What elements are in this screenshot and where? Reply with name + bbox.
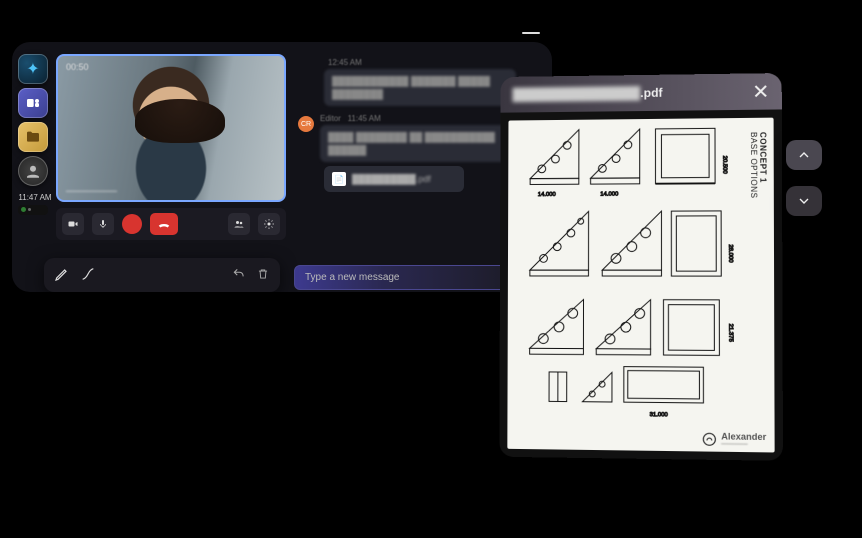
message-time: 12:45 AM bbox=[328, 58, 516, 67]
app-icon-files[interactable] bbox=[18, 122, 48, 152]
svg-text:28.000: 28.000 bbox=[727, 244, 733, 262]
file-icon: 📄 bbox=[332, 172, 346, 186]
message-body: ████ ████████ ██ ███████████ ██████ bbox=[320, 125, 516, 162]
status-dot bbox=[28, 208, 31, 211]
file-name: ██████████.pdf bbox=[352, 174, 431, 184]
compose-input[interactable]: Type a new message bbox=[294, 265, 520, 290]
mic-button[interactable] bbox=[92, 213, 114, 235]
svg-text:20.500: 20.500 bbox=[721, 156, 727, 174]
chat-message: 12:45 AM ████████████ ███████ █████ ████… bbox=[298, 58, 516, 106]
file-attachment[interactable]: 📄 ██████████.pdf bbox=[324, 166, 464, 192]
phone-icon[interactable] bbox=[21, 207, 26, 212]
brand-logo-icon bbox=[703, 432, 717, 447]
pdf-title-ext: .pdf bbox=[640, 86, 662, 100]
pen-tool-icon[interactable] bbox=[54, 266, 70, 285]
annotation-toolbar bbox=[44, 258, 280, 292]
chat-message: CR Editor 11:45 AM ████ ████████ ██ ████… bbox=[298, 114, 516, 192]
pdf-body: CONCEPT 1 BASE OPTIONS bbox=[499, 109, 783, 460]
pdf-title: ███████████████.pdf bbox=[512, 86, 662, 102]
message-author: Editor bbox=[320, 114, 341, 123]
sidebar-clock: 11:47 AM bbox=[18, 194, 52, 215]
message-meta: Editor 11:45 AM bbox=[320, 114, 516, 123]
page-down-button[interactable] bbox=[786, 186, 822, 216]
svg-text:31.000: 31.000 bbox=[650, 412, 668, 418]
eraser-tool-icon[interactable] bbox=[80, 266, 96, 285]
pdf-footer: Alexander ────── bbox=[515, 429, 766, 449]
svg-text:21.375: 21.375 bbox=[727, 324, 733, 342]
svg-text:14.000: 14.000 bbox=[538, 192, 556, 198]
page-up-button[interactable] bbox=[786, 140, 822, 170]
camera-button[interactable] bbox=[62, 213, 84, 235]
message-time: 11:45 AM bbox=[348, 114, 381, 123]
pdf-titlebar[interactable]: ███████████████.pdf ✕ bbox=[501, 73, 782, 113]
chat-scroll[interactable]: 12:45 AM ████████████ ███████ █████ ████… bbox=[292, 54, 522, 261]
people-button[interactable] bbox=[228, 213, 250, 235]
pdf-title-masked: ███████████████ bbox=[512, 86, 640, 102]
app-icon-avatar[interactable] bbox=[18, 156, 48, 186]
engineering-drawing: 14.000 14.000 20.500 28.000 bbox=[515, 126, 766, 424]
app-icon-browser[interactable]: ✦ bbox=[18, 54, 48, 84]
pdf-window: ███████████████.pdf ✕ CONCEPT 1 BASE OPT… bbox=[499, 73, 783, 461]
call-timer: 00:50 bbox=[66, 62, 89, 72]
participant-name: ──────── bbox=[66, 186, 117, 196]
record-button[interactable] bbox=[122, 214, 142, 234]
close-icon[interactable]: ✕ bbox=[752, 79, 769, 104]
pdf-page[interactable]: CONCEPT 1 BASE OPTIONS bbox=[507, 118, 774, 453]
status-strip bbox=[18, 205, 48, 215]
message-body: ████████████ ███████ █████ ████████ bbox=[324, 69, 516, 106]
svg-text:14.000: 14.000 bbox=[600, 192, 618, 198]
video-tile[interactable]: 00:50 ──────── bbox=[56, 54, 286, 202]
footer-sub: ────── bbox=[721, 442, 766, 449]
trash-icon[interactable] bbox=[256, 267, 270, 284]
app-sidebar: ✦ 11:47 AM bbox=[18, 54, 52, 215]
call-controls bbox=[56, 208, 286, 240]
avatar: CR bbox=[298, 116, 314, 132]
settings-button[interactable] bbox=[258, 213, 280, 235]
clock-time: 11:47 AM bbox=[18, 194, 52, 203]
video-call-card: 00:50 ──────── bbox=[56, 54, 286, 240]
hangup-button[interactable] bbox=[150, 213, 178, 235]
footer-brand: Alexander bbox=[721, 431, 766, 442]
chat-panel: 12:45 AM ████████████ ███████ █████ ████… bbox=[292, 54, 522, 290]
app-icon-teams[interactable] bbox=[18, 88, 48, 118]
undo-icon[interactable] bbox=[232, 267, 246, 284]
